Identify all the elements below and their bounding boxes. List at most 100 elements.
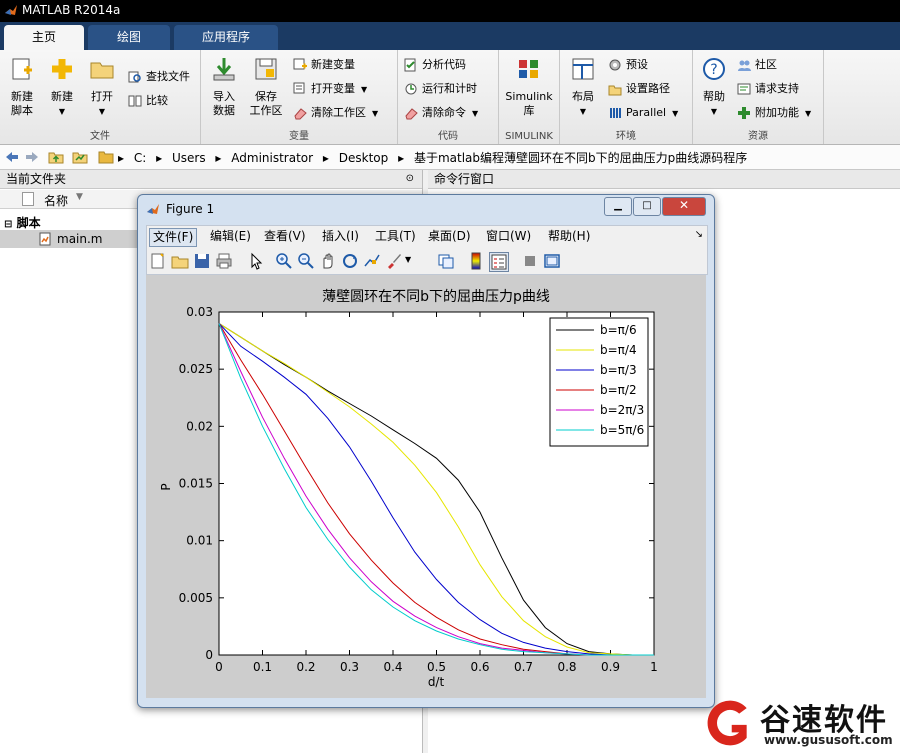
- save-icon[interactable]: [193, 252, 211, 270]
- new-script-icon: [12, 58, 32, 80]
- open-button[interactable]: 打开 ▼: [86, 56, 118, 119]
- svg-text:?: ?: [710, 62, 717, 78]
- x-tick-label: 0: [215, 660, 223, 674]
- new-variable-icon: [293, 58, 307, 70]
- x-tick-label: 0.9: [601, 660, 620, 674]
- code-group-label: 代码: [438, 131, 458, 142]
- breadcrumb-item-drive[interactable]: C:: [134, 151, 146, 165]
- chevron-down-icon: ▼: [579, 107, 587, 116]
- tab-plots[interactable]: 绘图: [88, 25, 170, 50]
- zoom-out-icon[interactable]: [297, 252, 315, 270]
- menu-dock-icon[interactable]: ↘: [695, 229, 703, 240]
- app-title-bar: MATLAB R2014a: [0, 0, 900, 22]
- community-icon: [738, 60, 751, 71]
- analyze-code-button[interactable]: 分析代码: [404, 56, 466, 74]
- run-and-time-button[interactable]: 运行和计时: [404, 80, 477, 98]
- sort-arrow-icon: ▼: [76, 192, 83, 202]
- pane-menu-icon[interactable]: ⊙: [406, 170, 414, 188]
- breadcrumb-item-users[interactable]: Users: [172, 151, 206, 165]
- community-button[interactable]: 社区: [737, 56, 777, 74]
- figure-title-bar[interactable]: Figure 1 ▁ □ ✕: [138, 195, 714, 223]
- brush-icon[interactable]: [385, 252, 403, 270]
- open-file-icon[interactable]: [171, 252, 189, 270]
- x-tick-label: 0.2: [296, 660, 315, 674]
- file-group-scripts[interactable]: ⊟ 脚本: [4, 214, 41, 231]
- layout-button[interactable]: 布局 ▼: [566, 56, 600, 119]
- new-button[interactable]: 新建 ▼: [46, 56, 78, 119]
- menu-file[interactable]: 文件(F): [149, 228, 198, 247]
- variable-group-label: 变量: [289, 131, 309, 142]
- set-path-button[interactable]: 设置路径: [608, 80, 670, 98]
- preferences-button[interactable]: 预设: [608, 56, 648, 74]
- link-plot-icon[interactable]: [437, 252, 455, 270]
- pointer-icon[interactable]: [247, 252, 265, 270]
- menu-edit[interactable]: 编辑(E): [207, 228, 254, 245]
- simulink-group-label: SIMULINK: [505, 131, 553, 142]
- parallel-button[interactable]: Parallel ▼: [608, 104, 678, 122]
- chart-title: 薄壁圆环在不同b下的屈曲压力p曲线: [322, 289, 550, 305]
- clear-commands-button[interactable]: 清除命令 ▼: [404, 104, 478, 122]
- tab-apps[interactable]: 应用程序: [174, 25, 278, 50]
- add-ons-button[interactable]: 附加功能 ▼: [737, 104, 811, 122]
- legend-icon[interactable]: [489, 252, 509, 272]
- open-variable-button[interactable]: 打开变量 ▼: [293, 80, 367, 98]
- find-files-button[interactable]: 查找文件: [128, 68, 190, 86]
- name-column-label: 名称: [44, 194, 69, 208]
- colorbar-icon[interactable]: [467, 252, 485, 270]
- resources-group-label: 资源: [748, 131, 768, 142]
- breadcrumb-item-administrator[interactable]: Administrator: [231, 151, 313, 165]
- forward-arrow-icon[interactable]: [24, 149, 40, 165]
- up-folder-icon[interactable]: [48, 149, 64, 165]
- compare-button[interactable]: 比较: [128, 92, 168, 110]
- rotate-3d-icon[interactable]: [341, 252, 359, 270]
- chart-legend[interactable]: b=π/6 b=π/4 b=π/3 b=π/2 b=2π/3 b=5π/6: [549, 317, 649, 447]
- menu-help[interactable]: 帮助(H): [545, 228, 593, 245]
- zoom-in-icon[interactable]: [275, 252, 293, 270]
- simulink-library-button[interactable]: Simulink 库: [503, 56, 555, 118]
- chevron-down-icon: ▼: [805, 109, 812, 118]
- show-plot-tools-icon[interactable]: [543, 252, 561, 270]
- pan-hand-icon[interactable]: [319, 252, 337, 270]
- browse-folder-icon[interactable]: [72, 149, 88, 165]
- tab-home[interactable]: 主页: [4, 25, 84, 50]
- legend-entry-label: b=2π/3: [600, 403, 644, 417]
- menu-desktop[interactable]: 桌面(D): [425, 228, 474, 245]
- y-tick-label: 0.03: [186, 305, 213, 319]
- compare-icon: [128, 95, 142, 107]
- chevron-down-icon: ▼: [710, 107, 718, 116]
- menu-view[interactable]: 查看(V): [261, 228, 309, 245]
- new-variable-button[interactable]: 新建变量: [293, 56, 355, 74]
- ribbon-toolstrip: 新建 脚本 新建 ▼ 打开 ▼ 查找文件 比较 文件 导入 数据 保存 工作区: [0, 50, 900, 145]
- line-chart[interactable]: 薄壁圆环在不同b下的屈曲压力p曲线 0 0.005 0.01 0.015 0.02 0.0…: [146, 275, 706, 698]
- save-workspace-button[interactable]: 保存 工作区: [247, 56, 285, 118]
- menu-window[interactable]: 窗口(W): [483, 228, 534, 245]
- command-window-header: 命令行窗口: [428, 170, 900, 189]
- data-cursor-icon[interactable]: [363, 252, 381, 270]
- save-workspace-icon: [255, 58, 277, 80]
- chevron-down-icon: ▼: [361, 85, 368, 94]
- file-type-column-icon: [22, 192, 34, 206]
- new-figure-icon[interactable]: [149, 252, 167, 270]
- request-support-button[interactable]: 请求支持: [737, 80, 799, 98]
- collapse-icon[interactable]: ⊟: [4, 219, 12, 230]
- hide-plot-tools-icon[interactable]: [521, 252, 539, 270]
- breadcrumb-item-project-folder[interactable]: 基于matlab编程薄壁圆环在不同b下的屈曲压力p曲线源码程序: [414, 151, 747, 165]
- environment-group-label: 环境: [616, 131, 636, 142]
- new-script-button[interactable]: 新建 脚本: [6, 56, 38, 118]
- minimize-button[interactable]: ▁: [604, 197, 632, 216]
- open-variable-icon: [293, 82, 305, 94]
- menu-tools[interactable]: 工具(T): [372, 228, 419, 245]
- clear-workspace-button[interactable]: 清除工作区 ▼: [293, 104, 378, 122]
- import-icon: [213, 58, 235, 81]
- gear-icon: [609, 59, 621, 71]
- breadcrumb-item-desktop[interactable]: Desktop: [339, 151, 389, 165]
- chevron-down-icon[interactable]: ▼: [405, 255, 411, 264]
- help-button[interactable]: ? 帮助 ▼: [697, 56, 731, 119]
- legend-entry-label: b=π/6: [600, 323, 637, 337]
- close-button[interactable]: ✕: [662, 197, 706, 216]
- maximize-button[interactable]: □: [633, 197, 661, 216]
- menu-insert[interactable]: 插入(I): [319, 228, 362, 245]
- print-icon[interactable]: [215, 252, 233, 270]
- back-arrow-icon[interactable]: [4, 149, 20, 165]
- import-data-button[interactable]: 导入 数据: [207, 56, 241, 118]
